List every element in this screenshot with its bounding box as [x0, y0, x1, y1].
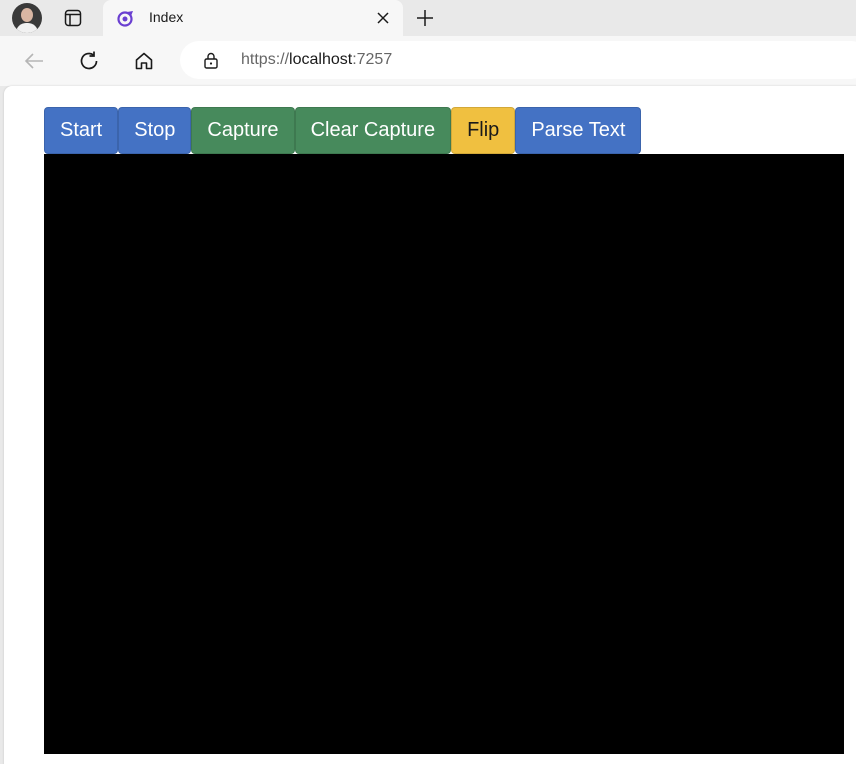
stop-button[interactable]: Stop	[118, 107, 192, 154]
tab-index[interactable]: Index	[103, 0, 403, 36]
browser-window: Index https://localhost:7257 Start Stop …	[0, 0, 856, 764]
back-button[interactable]	[19, 46, 49, 76]
blazor-favicon-icon	[117, 9, 135, 27]
video-canvas	[44, 154, 844, 754]
flip-button[interactable]: Flip	[451, 107, 516, 154]
home-icon	[133, 50, 155, 72]
page-viewport: Start Stop Capture Clear Capture Flip Pa…	[4, 86, 856, 764]
avatar-shoulders	[16, 23, 38, 33]
camera-controls: Start Stop Capture Clear Capture Flip Pa…	[44, 107, 642, 154]
clear-capture-button[interactable]: Clear Capture	[294, 107, 452, 154]
url-scheme: https://	[241, 51, 290, 68]
url-host: localhost	[289, 51, 353, 68]
profile-avatar[interactable]	[12, 3, 42, 33]
tab-actions-icon[interactable]	[60, 6, 86, 30]
lock-icon[interactable]	[202, 51, 220, 69]
avatar-face	[21, 8, 33, 22]
back-arrow-icon	[23, 50, 45, 72]
tab-strip: Index	[0, 0, 856, 36]
address-bar[interactable]: https://localhost:7257	[180, 41, 856, 79]
browser-toolbar: https://localhost:7257	[0, 36, 856, 86]
refresh-icon	[78, 50, 100, 72]
parse-text-button[interactable]: Parse Text	[515, 107, 642, 154]
plus-icon	[415, 8, 435, 28]
new-tab-button[interactable]	[412, 5, 438, 31]
home-button[interactable]	[129, 46, 159, 76]
capture-button[interactable]: Capture	[191, 107, 295, 154]
refresh-button[interactable]	[74, 46, 104, 76]
url-text[interactable]: https://localhost:7257	[241, 51, 392, 69]
url-port: :7257	[352, 51, 393, 68]
close-icon[interactable]	[373, 8, 393, 28]
start-button[interactable]: Start	[44, 107, 119, 154]
tab-title: Index	[149, 9, 184, 25]
